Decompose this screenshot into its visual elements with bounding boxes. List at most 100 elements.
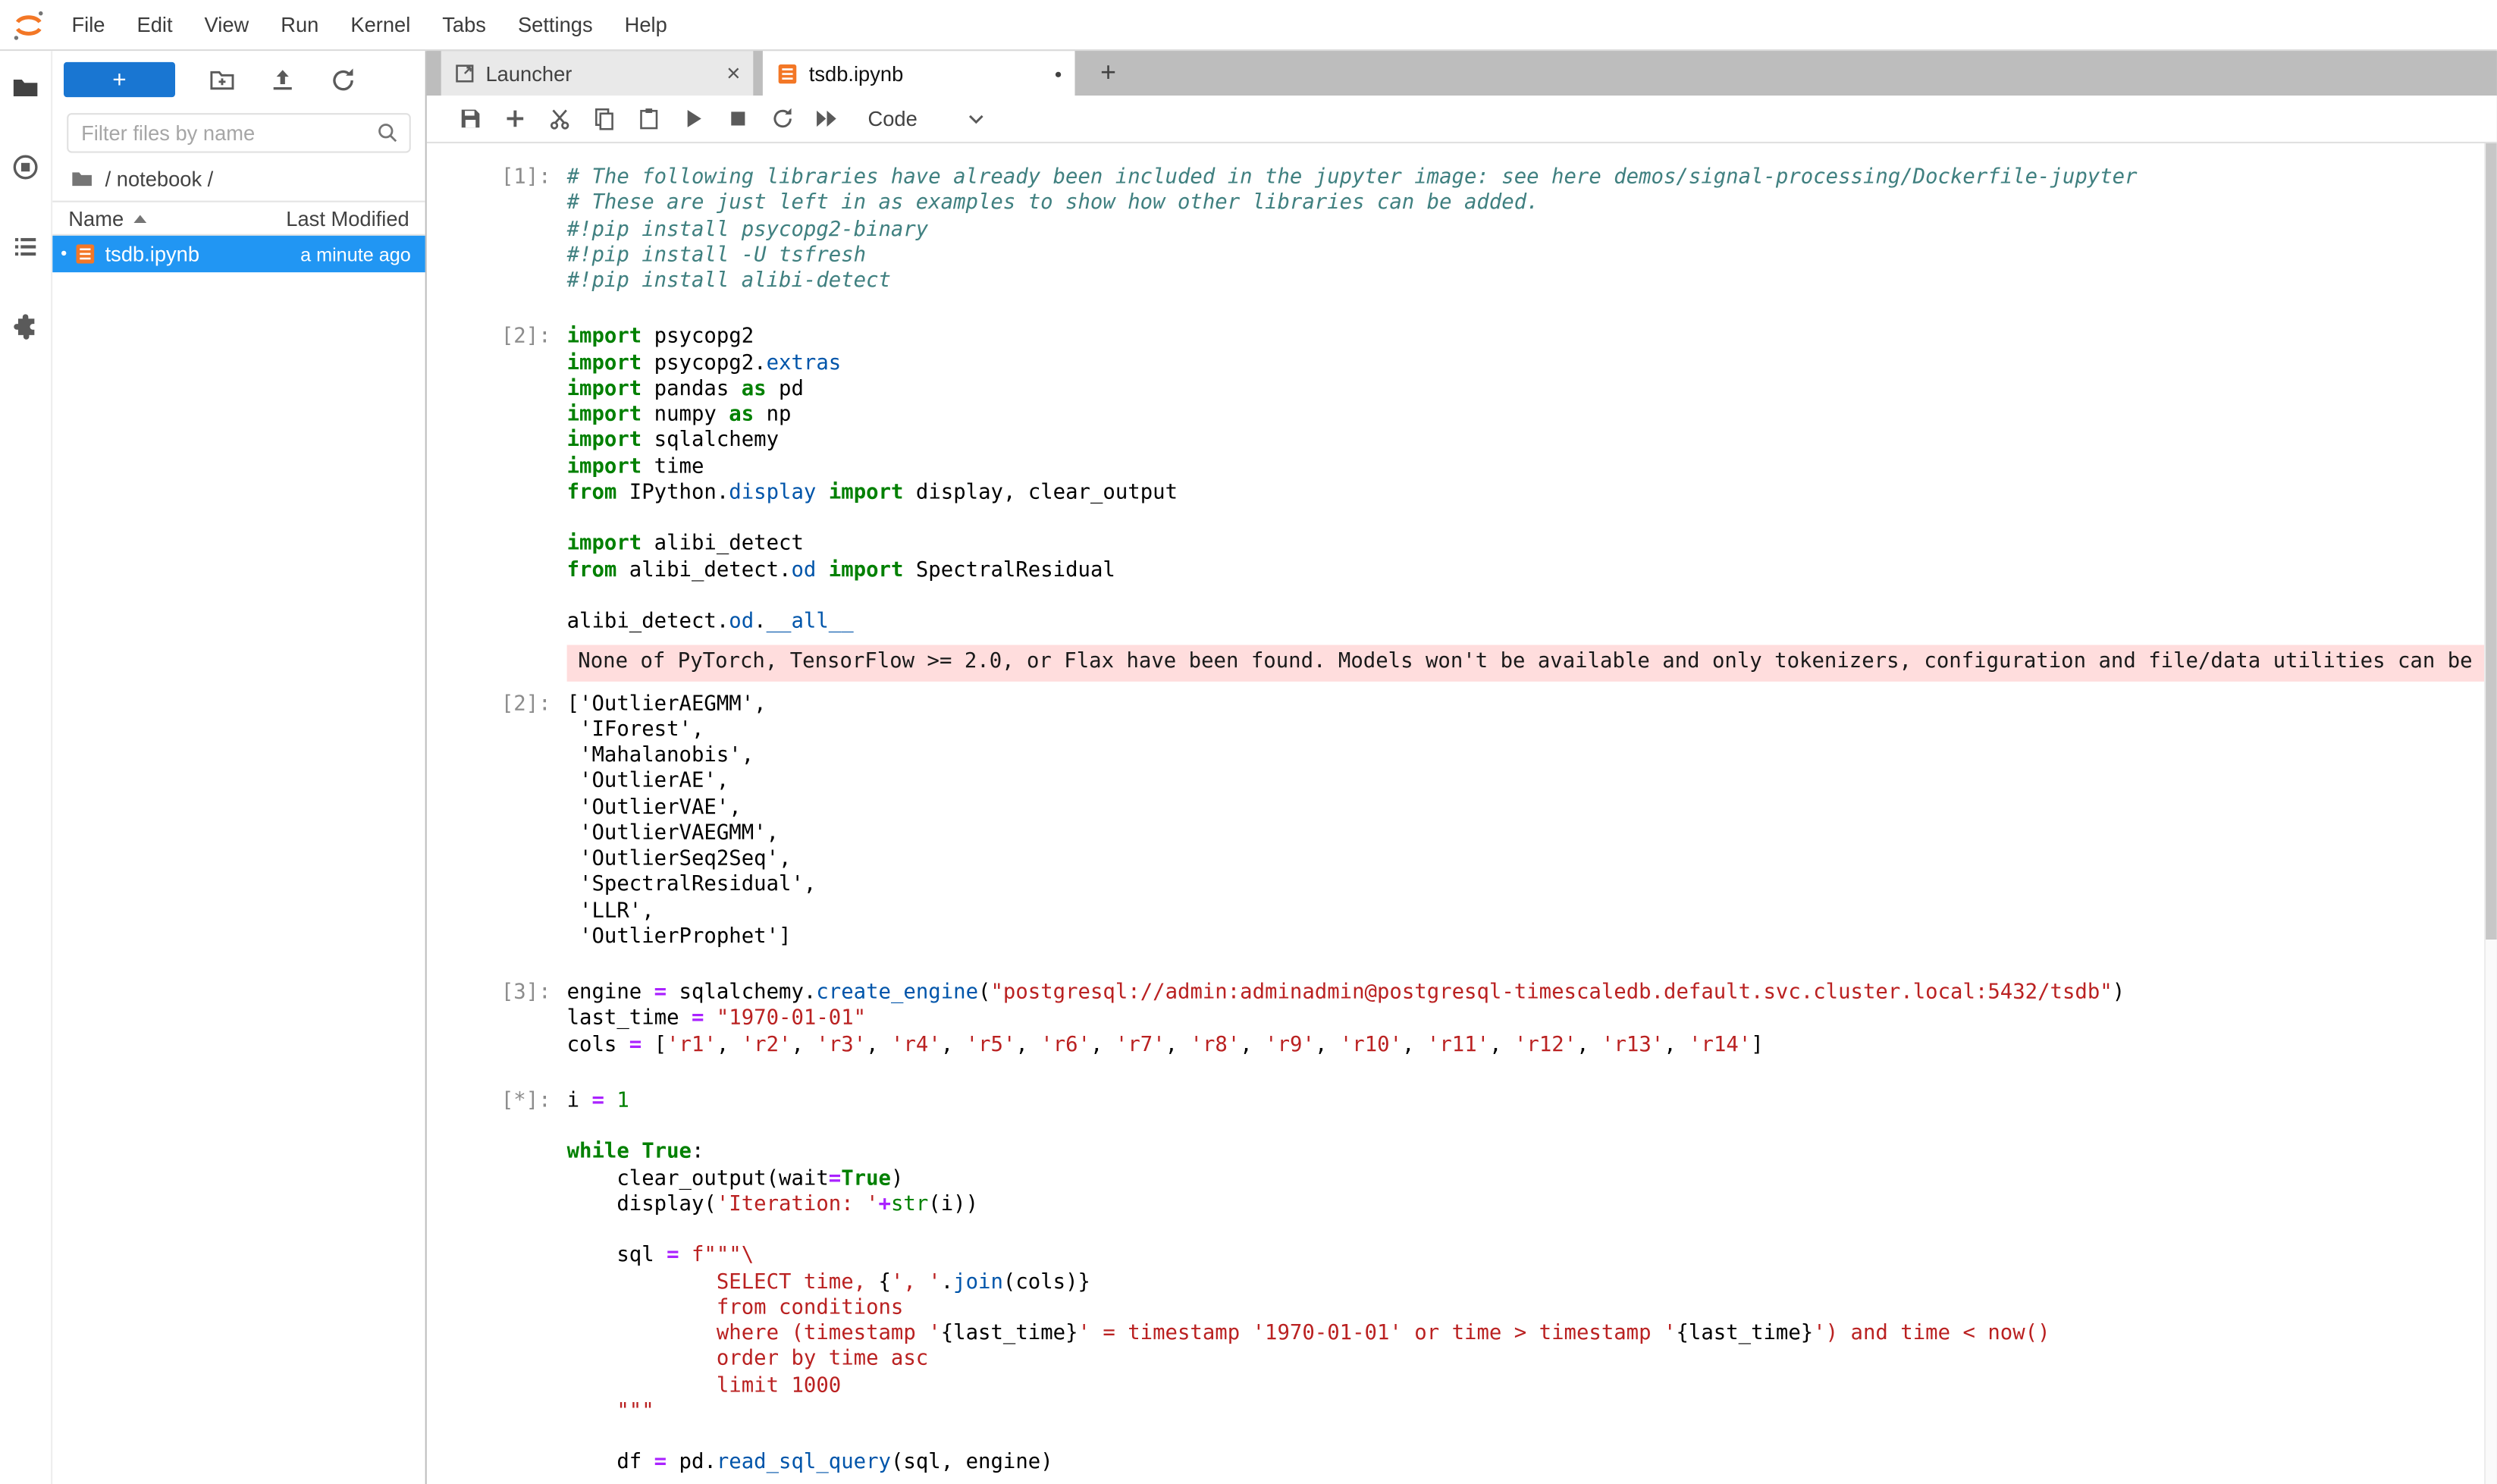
upload-icon[interactable]	[269, 66, 296, 93]
menu-file[interactable]: File	[56, 0, 121, 49]
cell-editor[interactable]: engine = sqlalchemy.create_engine("postg…	[567, 981, 2484, 1059]
scrollbar-thumb[interactable]	[2486, 143, 2497, 940]
code-line[interactable]: import psycopg2	[567, 325, 2484, 351]
breadcrumb-path[interactable]: / notebook /	[105, 167, 214, 191]
menu-edit[interactable]: Edit	[121, 0, 189, 49]
code-line[interactable]: order by time asc	[567, 1348, 2484, 1373]
restart-icon[interactable]	[760, 99, 805, 137]
stop-icon[interactable]	[715, 99, 760, 137]
menu-kernel[interactable]: Kernel	[334, 0, 426, 49]
cut-icon[interactable]	[537, 99, 582, 137]
running-sessions-icon[interactable]	[10, 151, 42, 183]
code-line[interactable]	[567, 584, 2484, 610]
code-line[interactable]: cols = ['r1', 'r2', 'r3', 'r4', 'r5', 'r…	[567, 1033, 2484, 1059]
code-cell[interactable]: [*]:i = 1 while True: clear_output(wait=…	[465, 1089, 2484, 1477]
code-line[interactable]: SELECT time, {', '.join(cols)}	[567, 1270, 2484, 1296]
output-cell[interactable]: [2]:['OutlierAEGMM', 'IForest', 'Mahalan…	[465, 692, 2484, 950]
activity-bar	[0, 51, 52, 1484]
new-folder-icon[interactable]	[209, 66, 236, 93]
cell-editor[interactable]: i = 1 while True: clear_output(wait=True…	[567, 1089, 2484, 1477]
insert-cell-icon[interactable]	[492, 99, 537, 137]
new-launcher-button[interactable]: +	[64, 62, 175, 97]
breadcrumb: / notebook /	[52, 156, 425, 201]
cell-editor[interactable]: import psycopg2import psycopg2.extrasimp…	[567, 325, 2484, 636]
search-icon[interactable]	[376, 121, 400, 146]
tab-bar: Launcher × tsdb.ipynb ● +	[427, 51, 2497, 96]
paste-icon[interactable]	[626, 99, 670, 137]
code-line[interactable]: #!pip install -U tsfresh	[567, 243, 2484, 269]
close-tab-icon[interactable]: ×	[726, 61, 740, 86]
code-line[interactable]: where (timestamp '{last_time}' = timesta…	[567, 1322, 2484, 1348]
column-last-modified[interactable]: Last Modified	[286, 206, 409, 231]
error-output-cell[interactable]: None of PyTorch, TensorFlow >= 2.0, or F…	[465, 645, 2484, 681]
output-line: 'IForest',	[567, 718, 2484, 744]
code-line[interactable]: from IPython.display import display, cle…	[567, 481, 2484, 507]
notebook-scrollbar[interactable]	[2484, 143, 2497, 1484]
code-line[interactable]: import numpy as np	[567, 403, 2484, 428]
code-line[interactable]: import psycopg2.extras	[567, 351, 2484, 377]
table-of-contents-icon[interactable]	[10, 231, 42, 263]
refresh-icon[interactable]	[330, 66, 357, 93]
code-line[interactable]: engine = sqlalchemy.create_engine("postg…	[567, 981, 2484, 1007]
code-line[interactable]: last_time = "1970-01-01"	[567, 1007, 2484, 1033]
filter-files-input[interactable]	[67, 113, 411, 153]
menu-tabs[interactable]: Tabs	[426, 0, 502, 49]
workspace: + / notebo	[0, 51, 2497, 1484]
menu-run[interactable]: Run	[265, 0, 334, 49]
tab-launcher[interactable]: Launcher ×	[441, 51, 754, 96]
sort-ascending-icon[interactable]	[133, 214, 146, 222]
file-name: tsdb.ipynb	[105, 242, 199, 266]
jupyter-logo	[11, 7, 46, 42]
extensions-puzzle-icon[interactable]	[10, 310, 42, 342]
code-line[interactable]: display('Iteration: '+str(i))	[567, 1192, 2484, 1218]
code-cell[interactable]: [2]:import psycopg2import psycopg2.extra…	[465, 325, 2484, 636]
code-line[interactable]: clear_output(wait=True)	[567, 1166, 2484, 1192]
file-browser-toolbar: +	[52, 51, 425, 103]
cell-type-dropdown[interactable]: Code	[868, 107, 988, 131]
code-line[interactable]: #!pip install alibi-detect	[567, 269, 2484, 295]
code-line[interactable]: """	[567, 1399, 2484, 1425]
file-browser-panel: + / notebo	[52, 51, 427, 1484]
cell-type-value: Code	[868, 107, 918, 131]
code-line[interactable]: # These are just left in as examples to …	[567, 192, 2484, 218]
column-name[interactable]: Name	[68, 206, 124, 231]
run-icon[interactable]	[670, 99, 715, 137]
menu-settings[interactable]: Settings	[502, 0, 609, 49]
copy-icon[interactable]	[581, 99, 626, 137]
code-line[interactable]: sql = f"""\	[567, 1244, 2484, 1270]
menu-view[interactable]: View	[189, 0, 265, 49]
output-line: ['OutlierAEGMM',	[567, 692, 2484, 717]
code-cell[interactable]: [3]:engine = sqlalchemy.create_engine("p…	[465, 981, 2484, 1059]
code-line[interactable]: #!pip install psycopg2-binary	[567, 218, 2484, 243]
menu-help[interactable]: Help	[609, 0, 683, 49]
code-line[interactable]: import time	[567, 455, 2484, 481]
folder-icon[interactable]	[70, 167, 94, 191]
code-line[interactable]	[567, 507, 2484, 532]
run-all-icon[interactable]	[805, 99, 849, 137]
code-line[interactable]: from conditions	[567, 1296, 2484, 1322]
output-line: 'OutlierAE',	[567, 770, 2484, 795]
code-line[interactable]: i = 1	[567, 1089, 2484, 1115]
code-line[interactable]: from alibi_detect.od import SpectralResi…	[567, 558, 2484, 584]
code-line[interactable]	[567, 1218, 2484, 1244]
save-icon[interactable]	[447, 99, 492, 137]
execution-prompt: [3]:	[465, 981, 566, 1059]
cell-editor[interactable]: # The following libraries have already b…	[567, 165, 2484, 295]
output-line: 'OutlierProphet']	[567, 925, 2484, 951]
code-line[interactable]: df = pd.read_sql_query(sql, engine)	[567, 1451, 2484, 1477]
code-line[interactable]: import alibi_detect	[567, 532, 2484, 558]
code-line[interactable]	[567, 1425, 2484, 1451]
code-line[interactable]: # The following libraries have already b…	[567, 165, 2484, 191]
new-tab-button[interactable]: +	[1084, 51, 1132, 96]
file-browser-tab-icon[interactable]	[10, 71, 42, 103]
code-line[interactable]: import sqlalchemy	[567, 428, 2484, 454]
code-cell[interactable]: [1]:# The following libraries have alrea…	[465, 165, 2484, 295]
tab-tsdb[interactable]: tsdb.ipynb ●	[763, 51, 1075, 96]
code-line[interactable]	[567, 1115, 2484, 1140]
code-line[interactable]: limit 1000	[567, 1373, 2484, 1399]
code-line[interactable]: alibi_detect.od.__all__	[567, 610, 2484, 635]
unsaved-changes-dot[interactable]: ●	[1055, 66, 1062, 80]
code-line[interactable]: while True:	[567, 1140, 2484, 1166]
code-line[interactable]: import pandas as pd	[567, 377, 2484, 403]
file-row-tsdb[interactable]: ● tsdb.ipynb a minute ago	[52, 236, 425, 272]
